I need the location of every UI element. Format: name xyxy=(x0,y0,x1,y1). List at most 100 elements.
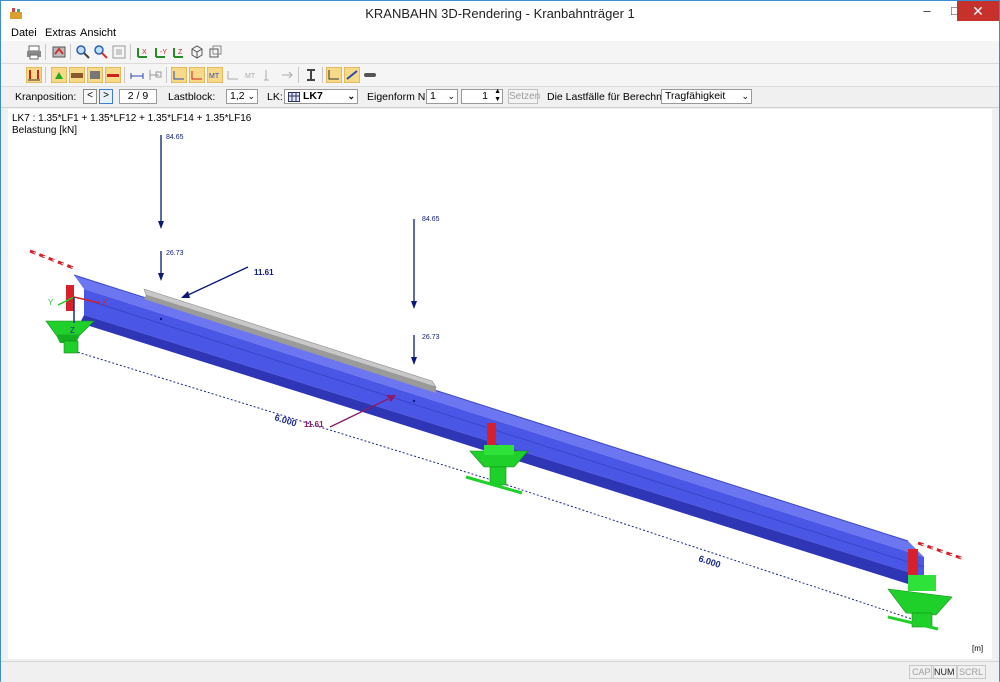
print-graphic-icon[interactable] xyxy=(51,44,67,60)
lastfaelle-select[interactable]: Tragfähigkeit ⌄ xyxy=(661,89,752,104)
position-field: 2 / 9 xyxy=(119,89,157,104)
wheel-point-2 xyxy=(412,399,416,403)
view-x-icon[interactable]: X xyxy=(135,44,151,60)
lk-select[interactable]: LK7 ⌄ xyxy=(284,89,358,104)
zoom-all-icon[interactable] xyxy=(111,44,127,60)
status-num: NUM xyxy=(931,665,958,679)
load-arrow-v1-bottom xyxy=(158,251,164,281)
load-value-v1-top: 84.65 xyxy=(166,134,184,141)
result-4-icon[interactable] xyxy=(225,67,241,83)
status-bar: CAP NUM SCRL xyxy=(1,661,999,682)
menu-extras[interactable]: Extras xyxy=(45,27,76,39)
support-right xyxy=(887,575,953,631)
close-button[interactable]: ✕ xyxy=(957,1,999,21)
load-value-v2-bottom: 26.73 xyxy=(422,334,440,341)
load-value-h1: 11.61 xyxy=(254,268,274,277)
lastfaelle-value: Tragfähigkeit xyxy=(665,90,726,102)
rail-icon[interactable] xyxy=(105,67,121,83)
view-z-icon[interactable]: Z xyxy=(171,44,187,60)
beam-render-icon[interactable] xyxy=(69,67,85,83)
eigenform-count-spinner[interactable]: 1 ▲ ▼ xyxy=(461,88,503,104)
view-y-icon[interactable]: -Y xyxy=(153,44,169,60)
crane-girder xyxy=(73,274,925,589)
svg-text:-Y: -Y xyxy=(160,49,167,56)
svg-text:MT: MT xyxy=(209,73,220,80)
window-title: KRANBAHN 3D-Rendering - Kranbahnträger 1 xyxy=(365,6,635,21)
profile-icon[interactable] xyxy=(303,67,319,83)
title-bar: KRANBAHN 3D-Rendering - Kranbahnträger 1… xyxy=(1,1,999,26)
axis-x-label: X xyxy=(102,298,108,307)
axis-z-label: Z xyxy=(70,326,75,335)
menu-bar: Datei Extras Ansicht xyxy=(1,26,999,41)
chevron-down-icon: ⌄ xyxy=(447,91,455,101)
show-deformation-icon[interactable] xyxy=(344,67,360,83)
toolbar-main: X -Y Z xyxy=(1,41,999,64)
minimize-button[interactable]: – xyxy=(913,1,941,21)
load-value-v2-top: 84.65 xyxy=(422,216,440,223)
section-icon[interactable] xyxy=(87,67,103,83)
lastblock-value: 1,2 xyxy=(230,90,245,102)
load-value-v1-bottom: 26.73 xyxy=(166,250,184,257)
prev-position-button[interactable]: < xyxy=(83,89,97,104)
dimension-label-span1: 6.000 xyxy=(273,412,297,428)
control-bar: Kranposition: < > 2 / 9 Lastblock: 1,2 ⌄ … xyxy=(1,87,999,108)
render-canvas[interactable]: LK7 : 1.35*LF1 + 1.35*LF12 + 1.35*LF14 +… xyxy=(8,109,992,659)
eigenform-select[interactable]: 1 ⌄ xyxy=(426,89,458,104)
isometric-view-icon[interactable] xyxy=(189,44,205,60)
view-3d-icon[interactable] xyxy=(207,44,223,60)
options-icon[interactable] xyxy=(362,67,378,83)
status-scrl: SCRL xyxy=(956,665,987,679)
dimension-label-span2: 6.000 xyxy=(697,553,722,569)
app-window: KRANBAHN 3D-Rendering - Kranbahnträger 1… xyxy=(0,0,1000,682)
toolbar-display: MT MT xyxy=(1,64,999,87)
end-marker-left xyxy=(29,249,77,271)
result-3-icon[interactable]: MT xyxy=(207,67,223,83)
load-arrow-h1 xyxy=(181,266,249,298)
svg-text:Z: Z xyxy=(178,49,183,56)
dimension-icon[interactable] xyxy=(129,67,145,83)
load-combination-text: LK7 : 1.35*LF1 + 1.35*LF12 + 1.35*LF14 +… xyxy=(12,113,252,124)
support-icon[interactable] xyxy=(51,67,67,83)
lk-value: LK7 xyxy=(303,90,323,102)
result-5-icon[interactable]: MT xyxy=(243,67,259,83)
load-arrow-v1-top xyxy=(158,135,164,229)
chevron-down-icon: ⌄ xyxy=(741,91,749,101)
setzen-button[interactable]: Setzen xyxy=(508,89,540,104)
result-6-icon[interactable] xyxy=(261,67,277,83)
chevron-down-icon: ⌄ xyxy=(347,91,355,101)
kranposition-label: Kranposition: xyxy=(15,91,77,103)
table-icon xyxy=(288,92,300,102)
result-2-icon[interactable] xyxy=(189,67,205,83)
show-loads-icon[interactable] xyxy=(326,67,342,83)
wheel-point-1 xyxy=(159,317,163,321)
menu-datei[interactable]: Datei xyxy=(11,27,37,39)
spinner-arrows-icon[interactable]: ▲ ▼ xyxy=(494,88,501,104)
end-marker-right xyxy=(917,541,965,561)
eigenform-label: Eigenform Nr.: xyxy=(367,91,435,103)
print-icon[interactable] xyxy=(26,44,42,60)
svg-text:X: X xyxy=(142,49,147,56)
axis-y-label: Y xyxy=(48,298,54,307)
load-arrow-v2-bottom xyxy=(411,335,417,365)
node-numbers-icon[interactable] xyxy=(147,67,163,83)
result-1-icon[interactable] xyxy=(171,67,187,83)
load-arrow-v2-top xyxy=(411,219,417,309)
zoom-icon[interactable] xyxy=(75,44,91,60)
chevron-down-icon: ⌄ xyxy=(247,91,255,101)
stiffener-mid xyxy=(487,423,496,445)
eigenform-count-value: 1 xyxy=(482,90,488,102)
lastblock-select[interactable]: 1,2 ⌄ xyxy=(226,89,258,104)
menu-ansicht[interactable]: Ansicht xyxy=(80,27,116,39)
svg-text:MT: MT xyxy=(245,73,256,80)
belastung-label: Belastung [kN] xyxy=(12,125,77,136)
support-middle xyxy=(465,445,529,495)
crane-runway-3d-view[interactable]: LK7 : 1.35*LF1 + 1.35*LF12 + 1.35*LF14 +… xyxy=(8,109,992,659)
lk-label: LK: xyxy=(267,91,283,103)
load-value-h2: 11.61 xyxy=(304,420,324,429)
crane-loads-icon[interactable] xyxy=(26,67,42,83)
eigenform-value: 1 xyxy=(430,90,436,102)
next-position-button[interactable]: > xyxy=(99,89,113,104)
result-7-icon[interactable] xyxy=(279,67,295,83)
zoom-window-icon[interactable] xyxy=(93,44,109,60)
status-cap: CAP xyxy=(909,665,934,679)
